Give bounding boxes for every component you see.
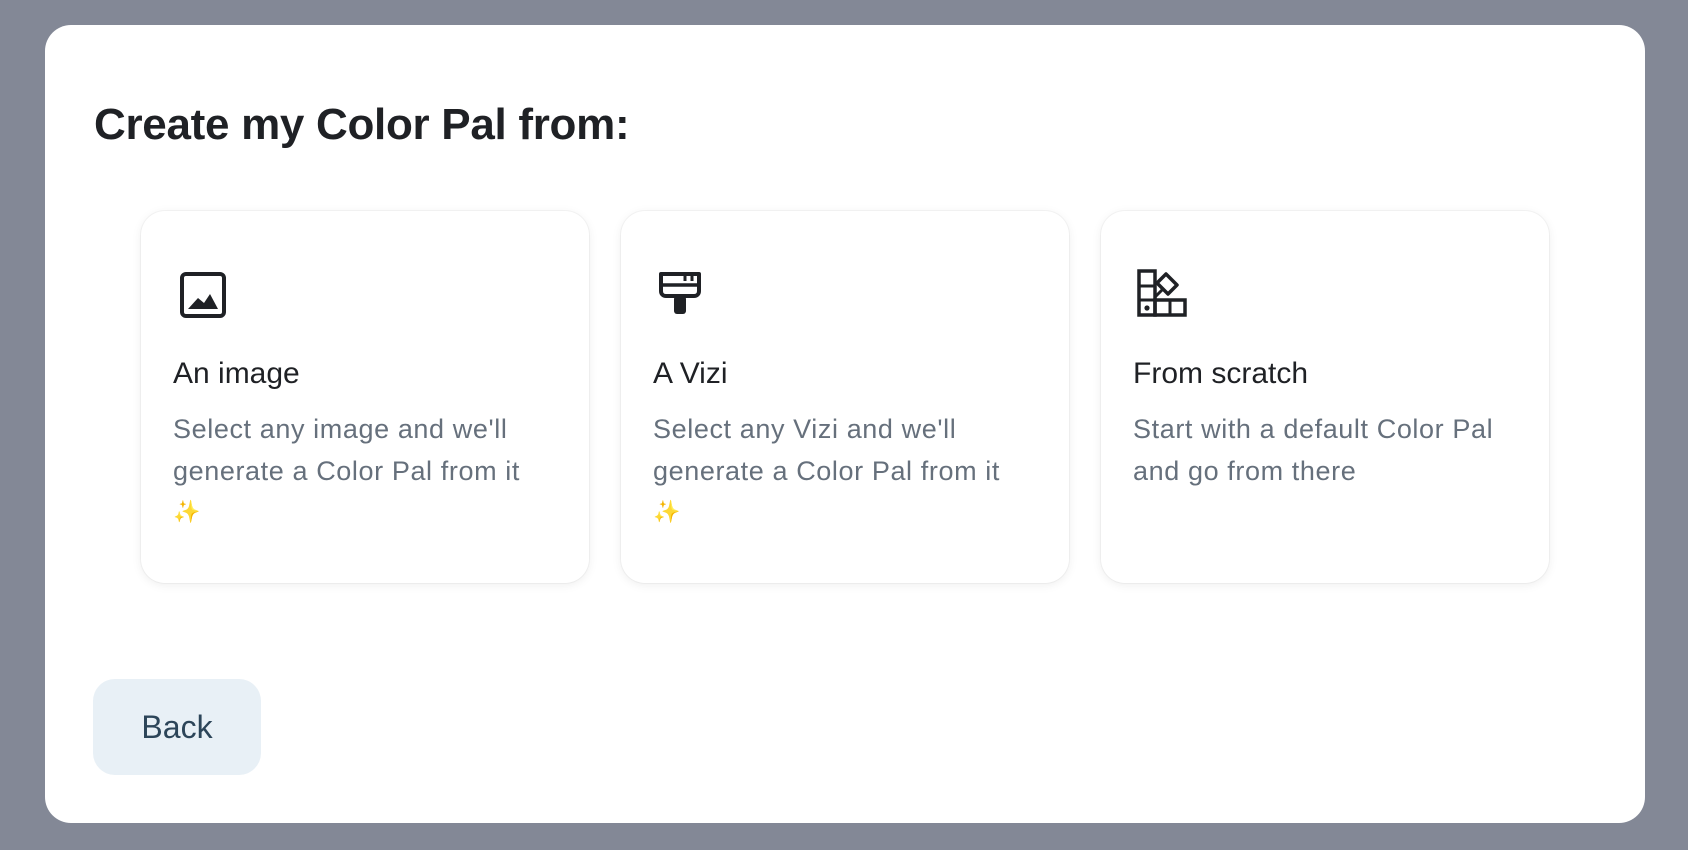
create-color-pal-modal: Create my Color Pal from: An image Selec…	[45, 25, 1645, 823]
sparkles-emoji: ✨	[173, 499, 201, 524]
sparkles-emoji: ✨	[653, 499, 681, 524]
option-card-image[interactable]: An image Select any image and we'll gene…	[141, 211, 589, 583]
option-description: Start with a default Color Pal and go fr…	[1133, 408, 1525, 492]
source-options: An image Select any image and we'll gene…	[141, 211, 1549, 583]
option-card-scratch[interactable]: From scratch Start with a default Color …	[1101, 211, 1549, 583]
image-icon	[173, 265, 229, 321]
back-button[interactable]: Back	[93, 679, 261, 775]
option-title: A Vizi	[653, 357, 728, 390]
option-title: An image	[173, 357, 300, 390]
option-description: Select any Vizi and we'll generate a Col…	[653, 408, 1045, 532]
option-title: From scratch	[1133, 357, 1309, 390]
paintbrush-icon	[653, 265, 709, 321]
option-description-text: Select any Vizi and we'll generate a Col…	[653, 414, 1000, 486]
option-card-vizi[interactable]: A Vizi Select any Vizi and we'll generat…	[621, 211, 1069, 583]
option-description-text: Start with a default Color Pal and go fr…	[1133, 414, 1494, 486]
option-description-text: Select any image and we'll generate a Co…	[173, 414, 520, 486]
swatches-icon	[1133, 265, 1189, 321]
option-description: Select any image and we'll generate a Co…	[173, 408, 565, 532]
modal-title: Create my Color Pal from:	[94, 100, 630, 149]
